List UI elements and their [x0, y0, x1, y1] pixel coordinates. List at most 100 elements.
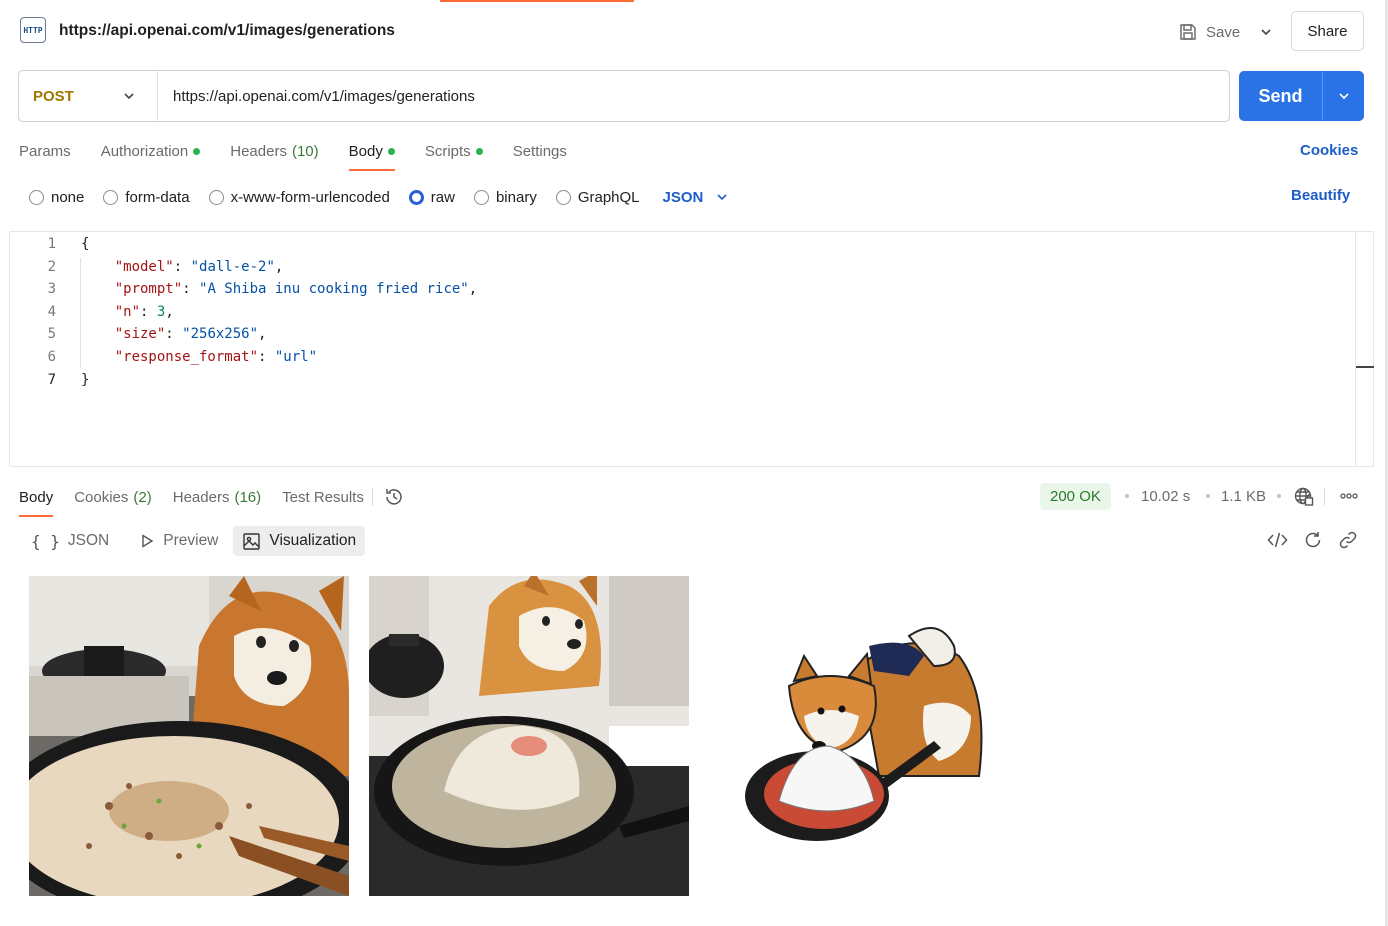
status-dot — [193, 147, 201, 155]
braces-icon: { } — [31, 531, 60, 551]
code-text: } — [81, 371, 90, 388]
chevron-down-icon — [1261, 29, 1271, 36]
response-view-tabs: { } JSON Preview Visualization — [22, 526, 371, 556]
code-lines: 1{ 2 "model": "dall-e-2", 3 "prompt": "A… — [10, 232, 1350, 391]
tab-label: Body — [348, 142, 383, 160]
tab-authorization[interactable]: Authorization — [101, 139, 201, 163]
http-request-icon: HTTP — [20, 17, 46, 43]
code-line: 5 "size": "256x256", — [10, 323, 1350, 346]
line-number: 5 — [47, 326, 56, 343]
status-badge[interactable]: 200 OK — [1040, 483, 1111, 510]
divider — [371, 488, 373, 506]
tab-settings[interactable]: Settings — [513, 139, 567, 163]
tab-params[interactable]: Params — [19, 139, 71, 163]
request-header: HTTP https://api.openai.com/v1/images/ge… — [0, 0, 1385, 64]
image-icon — [243, 532, 261, 550]
url-bar: POST https://api.openai.com/v1/images/ge… — [18, 70, 1230, 122]
radio-raw[interactable]: raw — [408, 189, 455, 206]
history-icon[interactable] — [383, 486, 405, 508]
send-button[interactable]: Send — [1239, 71, 1323, 121]
response-tab-cookies[interactable]: Cookies (2) — [74, 485, 152, 509]
radio-circle-selected — [408, 189, 424, 205]
chevron-down-icon — [124, 93, 134, 100]
radio-graphql[interactable]: GraphQL — [555, 188, 640, 206]
shiba-fried-rice-photo-1 — [29, 576, 349, 896]
response-time[interactable]: 10.02 s — [1141, 488, 1190, 505]
tab-label: Headers — [172, 488, 230, 506]
raw-format-label: JSON — [662, 188, 704, 206]
save-button[interactable]: Save — [1178, 18, 1240, 46]
line-number: 3 — [47, 281, 56, 298]
visualization-actions — [1267, 530, 1358, 550]
radio-urlencoded[interactable]: x-www-form-urlencoded — [208, 188, 390, 206]
code-line: 4 "n": 3, — [10, 301, 1350, 324]
radio-form-data[interactable]: form-data — [103, 189, 190, 206]
separator-dot — [1277, 494, 1281, 498]
cookies-link[interactable]: Cookies — [1300, 142, 1358, 159]
radio-binary[interactable]: binary — [473, 189, 537, 206]
send-options-button[interactable] — [1323, 71, 1364, 121]
code-text: "prompt": "A Shiba inu cooking fried ric… — [114, 281, 478, 298]
response-tab-test-results[interactable]: Test Results — [282, 485, 364, 509]
view-tab-label: JSON — [67, 532, 110, 549]
tab-label: Cookies — [74, 488, 129, 506]
radio-circle — [473, 189, 489, 205]
share-button[interactable]: Share — [1291, 11, 1364, 51]
refresh-icon[interactable] — [1303, 530, 1323, 550]
indent-guide — [80, 258, 81, 368]
code-line: 1{ — [10, 233, 1350, 256]
separator-dot — [1206, 494, 1210, 498]
separator-dot — [1125, 494, 1129, 498]
tab-label: Authorization — [100, 142, 189, 160]
tab-count: (16) — [234, 488, 262, 506]
code-text: { — [81, 236, 90, 252]
link-icon[interactable] — [1338, 530, 1358, 550]
tab-headers[interactable]: Headers (10) — [230, 139, 318, 163]
radio-circle — [208, 189, 224, 205]
response-tab-body[interactable]: Body — [19, 485, 54, 517]
response-tabs: Body Cookies (2) Headers (16) Test Results — [19, 485, 405, 517]
tab-body[interactable]: Body — [348, 139, 396, 171]
generated-image-3 — [709, 576, 1029, 896]
code-text: "size": "256x256", — [114, 326, 267, 343]
code-icon[interactable] — [1267, 530, 1288, 550]
radio-label: GraphQL — [577, 188, 640, 206]
method-select[interactable]: POST — [19, 71, 158, 121]
line-number: 1 — [47, 236, 56, 252]
network-globe-icon[interactable] — [1293, 486, 1314, 507]
chevron-down-icon — [1338, 93, 1349, 100]
code-text: "model": "dall-e-2", — [114, 258, 284, 275]
view-tab-preview[interactable]: Preview — [130, 526, 227, 556]
response-tab-headers[interactable]: Headers (16) — [173, 485, 261, 509]
tab-label: Scripts — [424, 142, 471, 160]
response-size[interactable]: 1.1 KB — [1221, 488, 1266, 505]
method-label: POST — [33, 87, 74, 105]
request-tabs: Params Authorization Headers (10) Body Sc… — [19, 139, 597, 171]
request-title[interactable]: https://api.openai.com/v1/images/generat… — [59, 22, 395, 40]
radio-circle — [555, 189, 571, 205]
editor-scrollbar[interactable] — [1355, 232, 1373, 466]
code-editor[interactable]: 1{ 2 "model": "dall-e-2", 3 "prompt": "A… — [9, 231, 1374, 467]
view-tab-visualization[interactable]: Visualization — [233, 526, 366, 556]
beautify-button[interactable]: Beautify — [1291, 187, 1350, 204]
scroll-position-marker — [1356, 366, 1374, 368]
tab-count: (2) — [133, 488, 152, 506]
save-options-button[interactable] — [1256, 20, 1276, 44]
line-number: 6 — [47, 348, 56, 365]
view-tab-label: Preview — [163, 532, 219, 549]
generated-image-1 — [29, 576, 349, 896]
radio-none[interactable]: none — [29, 189, 84, 206]
radio-label: x-www-form-urlencoded — [230, 188, 390, 206]
shiba-fried-rice-photo-2 — [369, 576, 689, 896]
app-window: HTTP https://api.openai.com/v1/images/ge… — [0, 0, 1388, 926]
tab-scripts[interactable]: Scripts — [425, 139, 483, 163]
save-label: Save — [1206, 23, 1241, 41]
url-input[interactable]: https://api.openai.com/v1/images/generat… — [158, 88, 475, 105]
raw-format-select[interactable]: JSON — [663, 189, 730, 206]
view-tab-json[interactable]: { } JSON — [22, 526, 118, 556]
body-type-radios: none form-data x-www-form-urlencoded raw… — [29, 186, 729, 208]
more-options-icon[interactable] — [1340, 488, 1358, 504]
tab-count: (10) — [291, 142, 319, 160]
send-button-group: Send — [1239, 71, 1364, 121]
radio-circle — [103, 189, 119, 205]
